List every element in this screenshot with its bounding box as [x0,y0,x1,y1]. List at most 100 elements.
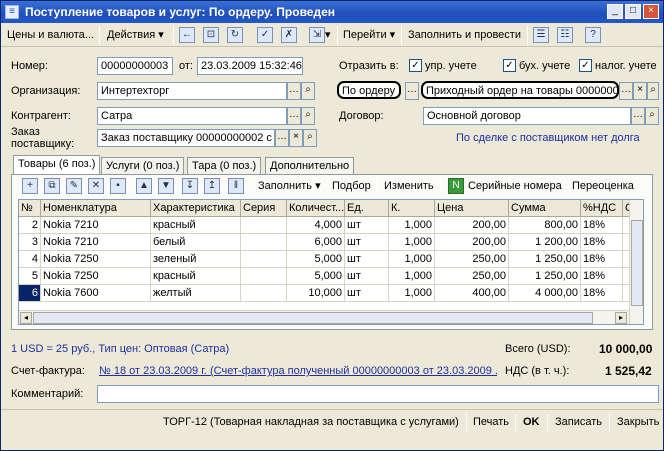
contract-field[interactable]: Основной договор [423,107,631,125]
scrollbar-thumb[interactable] [33,312,593,324]
horizontal-scrollbar[interactable]: ◂ ▸ [19,310,629,324]
receipt-order-field[interactable]: Приходный ордер на товары 0000000 [421,81,619,99]
column-header[interactable]: Характеристика [151,200,241,217]
move-down-icon[interactable]: ▼ [158,178,174,194]
supplier-order-select-button[interactable]: … [275,129,289,147]
scroll-right-icon[interactable]: ▸ [615,312,627,324]
table-row[interactable]: 4 Nokia 7250 зеленый 5,000 шт 1,000 250,… [19,251,643,268]
ok-button[interactable]: OK [523,416,540,428]
table-row[interactable]: 2 Nokia 7210 красный 4,000 шт 1,000 200,… [19,217,643,234]
copy-row-icon[interactable]: ⧉ [44,178,60,194]
list-settings-icon[interactable]: ☷ [557,27,573,43]
column-header[interactable]: Номенклатура [41,200,151,217]
prices-currency-button[interactable]: Цены и валюта... [7,27,94,43]
unit-cell: шт [345,234,389,251]
clear-icon[interactable]: × [289,129,303,147]
sort-asc-icon[interactable]: ↧ [182,178,198,194]
back-arrow-icon[interactable]: ← [179,27,195,43]
invoice-link[interactable]: № 18 от 23.03.2009 г. (Счет-фактура полу… [99,365,497,377]
torg12-print-button[interactable]: ТОРГ-12 (Товарная накладная за поставщик… [163,416,459,428]
column-header[interactable]: Цена [435,200,509,217]
post-document-icon[interactable]: ✓ [257,27,273,43]
based-on-dropdown-icon[interactable]: ▾ [325,27,331,43]
save-button[interactable]: Записать [555,416,602,428]
close-window-button[interactable]: × [643,4,659,19]
serial-numbers-icon[interactable]: N [448,178,464,194]
accounting-label: бух. учете [519,60,571,72]
go-menu[interactable]: Перейти ▾ [343,27,395,43]
close-button[interactable]: Закрыть [617,416,659,428]
column-header[interactable]: Серия [241,200,287,217]
refresh-icon[interactable]: ↻ [227,27,243,43]
number-field[interactable]: 00000000003 [97,57,173,75]
organization-select-button[interactable]: … [287,82,301,100]
accounting-checkbox[interactable]: ✓ [503,59,516,72]
tab-containers[interactable]: Тара (0 поз.) [187,157,262,175]
print-button[interactable]: Печать [473,416,509,428]
table-row[interactable]: 5 Nokia 7250 красный 5,000 шт 1,000 250,… [19,268,643,285]
tax-accounting-checkbox[interactable]: ✓ [579,59,592,72]
tab-goods[interactable]: Товары (6 поз.) [13,155,101,175]
column-header[interactable]: Количест... [287,200,345,217]
nomenclature-cell: Nokia 7250 [41,251,151,268]
by-order-select-button[interactable]: … [405,82,419,100]
comment-field[interactable] [97,385,659,403]
organization-label: Организация: [11,85,81,97]
currency-info-link[interactable]: 1 USD = 25 руб., Тип цен: Оптовая (Сатра… [11,343,229,355]
unit-cell: шт [345,285,389,302]
clear-icon[interactable]: × [633,82,647,100]
structure-icon[interactable]: ☰ [533,27,549,43]
serial-numbers-button[interactable]: Серийные номера [468,178,562,194]
column-header[interactable]: № [19,200,41,217]
table-row[interactable]: 3 Nokia 7210 белый 6,000 шт 1,000 200,00… [19,234,643,251]
delete-row-icon[interactable]: ✕ [88,178,104,194]
column-header[interactable]: Сумма [509,200,581,217]
contract-select-button[interactable]: … [631,107,645,125]
tab-services[interactable]: Услуги (0 поз.) [101,157,185,175]
management-accounting-checkbox[interactable]: ✓ [409,59,422,72]
scroll-left-icon[interactable]: ◂ [20,312,32,324]
revalue-button[interactable]: Переоценка [572,178,634,194]
search-icon[interactable]: ⌕ [645,107,659,125]
based-on-icon[interactable]: ⇲ [309,27,325,43]
organization-field[interactable]: Интертехторг [97,82,287,100]
search-icon[interactable]: ⌕ [303,129,317,147]
select-button[interactable]: Подбор [332,178,371,194]
add-row-icon[interactable]: + [22,178,38,194]
search-icon[interactable]: ⌕ [301,107,315,125]
sum-cell: 4 000,00 [509,285,581,302]
vertical-scrollbar[interactable] [629,200,643,324]
column-header[interactable]: К. [389,200,435,217]
fill-menu[interactable]: Заполнить ▾ [258,178,321,194]
change-button[interactable]: Изменить [384,178,434,194]
help-icon[interactable]: ? [585,27,601,43]
tab-additional[interactable]: Дополнительно [265,157,355,175]
end-edit-icon[interactable]: ▪ [110,178,126,194]
fill-and-post-button[interactable]: Заполнить и провести [408,27,521,43]
contractor-field[interactable]: Сатра [97,107,287,125]
edit-copy-icon[interactable]: ⊡ [203,27,219,43]
maximize-button[interactable]: □ [625,4,641,19]
unpost-document-icon[interactable]: ✗ [281,27,297,43]
move-up-icon[interactable]: ▲ [136,178,152,194]
date-field[interactable]: 23.03.2009 15:32:46 [197,57,303,75]
barcode-icon[interactable]: ‖ [228,178,244,194]
receipt-order-select-button[interactable]: … [619,82,633,100]
coefficient-cell: 1,000 [389,285,435,302]
minimize-button[interactable]: _ [607,4,623,19]
search-icon[interactable]: ⌕ [647,82,659,100]
search-icon[interactable]: ⌕ [301,82,315,100]
table-row-selected[interactable]: 6 Nokia 7600 желтый 10,000 шт 1,000 400,… [19,285,643,302]
column-header[interactable]: Ед. [345,200,389,217]
deal-debt-link[interactable]: По сделке с поставщиком нет долга [456,132,640,144]
column-header[interactable]: %НДС [581,200,623,217]
sort-desc-icon[interactable]: ↥ [204,178,220,194]
edit-row-icon[interactable]: ✎ [66,178,82,194]
series-cell [241,268,287,285]
contractor-select-button[interactable]: … [287,107,301,125]
total-value: 10 000,00 [599,342,653,356]
supplier-order-field[interactable]: Заказ поставщику 00000000002 с [97,129,275,147]
by-order-field[interactable]: По ордеру [337,81,401,99]
scrollbar-thumb[interactable] [631,220,643,306]
actions-menu[interactable]: Действия ▾ [107,27,164,43]
